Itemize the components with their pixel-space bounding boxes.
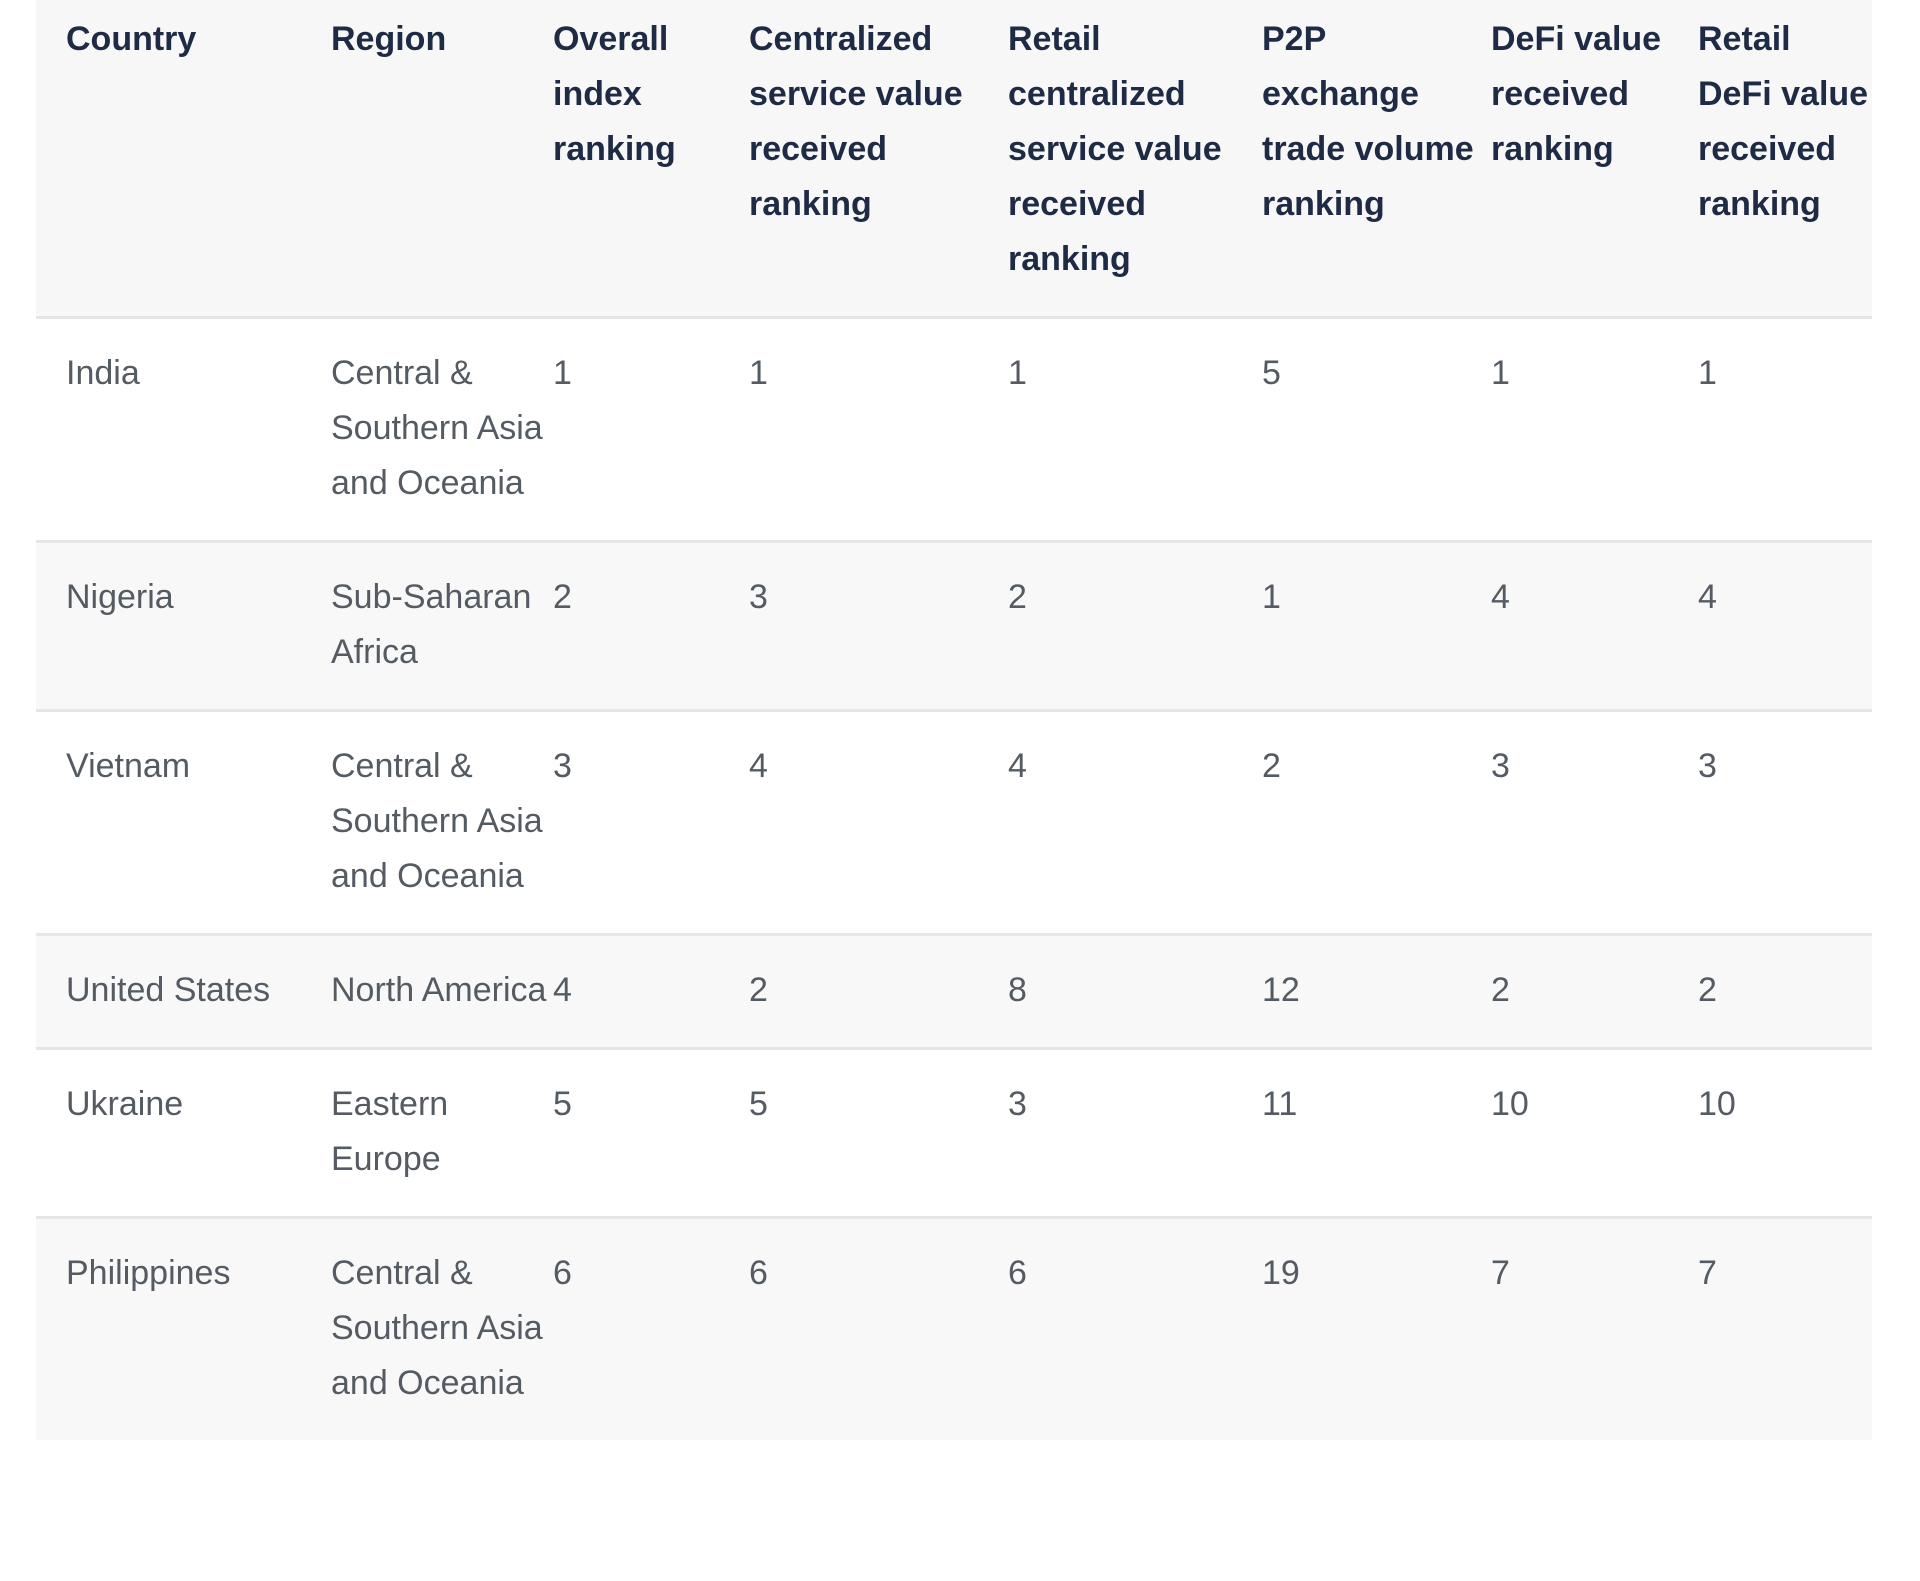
cell-centralized: 5 [749,1085,768,1123]
table-row: Ukraine Eastern Europe 5 5 3 11 10 10 [36,1048,1872,1218]
cell-centralized: 6 [749,1254,768,1292]
cell-p2p: 1 [1262,578,1281,616]
table-row: Vietnam Central & Southern Asia and Ocea… [36,710,1872,935]
crypto-adoption-ranking-table: Country Region Overall index ranking Cen… [36,0,1872,1440]
cell-overall: 4 [553,971,572,1009]
cell-p2p: 11 [1262,1085,1298,1123]
cell-overall: 1 [553,354,572,392]
header-text: Overall index ranking [553,20,676,168]
cell-retail-centralized: 2 [1008,578,1027,616]
header-text: Retail DeFi value received ranking [1698,20,1869,223]
cell-defi: 7 [1491,1254,1510,1292]
cell-overall: 2 [553,578,572,616]
cell-p2p: 2 [1262,747,1281,785]
cell-centralized: 1 [749,354,768,392]
cell-country: Philippines [66,1254,231,1292]
cell-retail-defi: 10 [1698,1085,1736,1123]
cell-retail-defi: 7 [1698,1254,1717,1292]
cell-centralized: 3 [749,578,768,616]
header-centralized-service-ranking: Centralized service value received ranki… [749,0,1008,318]
cell-overall: 3 [553,747,572,785]
cell-region: North America [331,971,547,1009]
cell-retail-defi: 2 [1698,971,1717,1009]
cell-country: Ukraine [66,1085,184,1123]
cell-retail-centralized: 6 [1008,1254,1027,1292]
header-overall-index-ranking: Overall index ranking [553,0,749,318]
cell-country: India [66,354,140,392]
cell-defi: 4 [1491,578,1510,616]
cell-country: Nigeria [66,578,174,616]
ranking-table-container: Country Region Overall index ranking Cen… [36,0,1872,1440]
table-header-row: Country Region Overall index ranking Cen… [36,0,1872,318]
cell-region: Eastern Europe [331,1085,449,1178]
header-retail-defi-value-ranking: Retail DeFi value received ranking [1698,0,1872,318]
header-p2p-exchange-ranking: P2P exchange trade volume ranking [1262,0,1491,318]
cell-defi: 2 [1491,971,1510,1009]
cell-region: Sub-Saharan Africa [331,578,532,671]
header-defi-value-ranking: DeFi value received ranking [1491,0,1698,318]
header-text: DeFi value received ranking [1491,20,1662,168]
cell-defi: 10 [1491,1085,1529,1123]
cell-p2p: 5 [1262,354,1281,392]
cell-country: Vietnam [66,747,191,785]
table-row: India Central & Southern Asia and Oceani… [36,317,1872,542]
table-row: Philippines Central & Southern Asia and … [36,1217,1872,1440]
cell-defi: 3 [1491,747,1510,785]
header-text: P2P exchange trade volume ranking [1262,20,1474,223]
cell-retail-centralized: 3 [1008,1085,1027,1123]
table-row: United States North America 4 2 8 12 2 2 [36,934,1872,1049]
cell-retail-defi: 3 [1698,747,1717,785]
cell-defi: 1 [1491,354,1510,392]
header-text: Retail centralized service value receive… [1008,20,1222,278]
cell-centralized: 2 [749,971,768,1009]
cell-region: Central & Southern Asia and Oceania [331,1254,543,1402]
cell-p2p: 19 [1262,1254,1300,1292]
cell-region: Central & Southern Asia and Oceania [331,354,543,502]
cell-p2p: 12 [1262,971,1300,1009]
header-text: Centralized service value received ranki… [749,20,963,223]
cell-retail-centralized: 8 [1008,971,1027,1009]
cell-overall: 5 [553,1085,572,1123]
cell-region: Central & Southern Asia and Oceania [331,747,543,895]
cell-retail-defi: 1 [1698,354,1717,392]
header-country: Country [66,20,197,58]
table-row: Nigeria Sub-Saharan Africa 2 3 2 1 4 4 [36,541,1872,711]
header-region: Region [331,20,447,58]
cell-retail-defi: 4 [1698,578,1717,616]
cell-retail-centralized: 4 [1008,747,1027,785]
cell-retail-centralized: 1 [1008,354,1027,392]
cell-overall: 6 [553,1254,572,1292]
header-retail-centralized-service-ranking: Retail centralized service value receive… [1008,0,1262,318]
cell-centralized: 4 [749,747,768,785]
cell-country: United States [66,971,271,1009]
